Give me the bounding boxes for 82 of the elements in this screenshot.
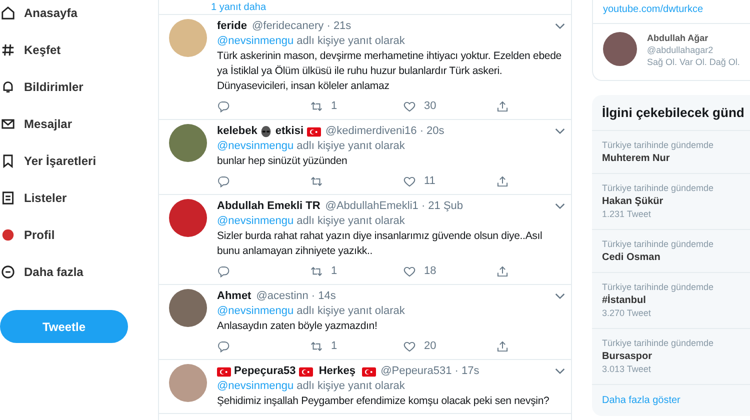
chevron-icon[interactable] — [555, 293, 565, 300]
display-name[interactable]: Herkeş — [316, 364, 359, 379]
retweet-icon[interactable] — [310, 174, 323, 188]
flag-icon — [298, 366, 313, 376]
list-icon — [0, 190, 16, 206]
trend-item[interactable]: Türkiye tarihinde gündemde Muhterem Nur — [592, 131, 750, 174]
tweet-text: Anlasaydın zaten böyle yazmazdın! — [217, 319, 378, 334]
nav-item[interactable]: Profil — [0, 216, 158, 253]
reply-context: @nevsinmengu adlı kişiye yanıt olarak — [217, 379, 406, 394]
reply-context: @nevsinmengu adlı kişiye yanıt olarak — [217, 214, 406, 229]
avatar-icon — [0, 226, 16, 242]
flag-icon — [306, 126, 321, 136]
reply-icon[interactable] — [217, 100, 230, 112]
trend-item[interactable]: Türkiye tarihinde gündemde Hakan Şükür 1.231 Tweet — [592, 174, 750, 230]
avatar-photo[interactable] — [169, 199, 207, 237]
home-icon — [0, 4, 16, 20]
avatar-photo[interactable] — [169, 289, 207, 327]
like-count: 18 — [424, 265, 436, 277]
nav-item[interactable]: Mesajlar — [0, 105, 158, 142]
chevron-icon[interactable] — [555, 23, 565, 30]
handle-time: @Pepeura531 · 17s — [380, 364, 480, 379]
avatar-photo[interactable] — [603, 32, 637, 66]
profile-handle: @abdullahagar2 — [647, 44, 714, 56]
heart-icon[interactable] — [403, 174, 416, 188]
reply-context: @nevsinmengu adlı kişiye yanıt olarak — [217, 34, 406, 49]
chevron-icon[interactable] — [555, 203, 565, 210]
display-name[interactable]: etkisi — [275, 124, 304, 139]
share-icon[interactable] — [496, 340, 509, 352]
trend-item[interactable]: Türkiye tarihinde gündemde Cedi Osman — [592, 230, 750, 273]
handle-time: @AbdullahEmekli1 · 21 Şub — [325, 199, 464, 214]
retweet-count: 1 — [331, 100, 338, 112]
nav-item[interactable]: Bildirimler — [0, 68, 158, 105]
share-icon[interactable] — [496, 100, 509, 112]
avatar-photo[interactable] — [169, 364, 207, 402]
retweet-count: 1 — [331, 265, 338, 277]
trend-item[interactable]: Türkiye tarihinde gündemde Bursaspor 3.013 Tweet — [592, 329, 750, 385]
retweet-count: 1 — [331, 340, 338, 352]
hash-icon — [0, 42, 16, 58]
share-icon[interactable] — [496, 264, 509, 278]
handle-time: @kedimerdiveni16 · 20s — [326, 124, 444, 139]
share-icon[interactable] — [496, 174, 509, 188]
reply-icon[interactable] — [217, 174, 230, 188]
tweet-text: Şehidimiz inşallah Peygamber efendimize komşu olacak peki sen nevşin? — [217, 394, 550, 409]
trend-item[interactable]: Türkiye tarihinde gündemde #İstanbul 3.270 Tweet — [592, 273, 750, 329]
nav-item[interactable]: Yer İşaretleri — [0, 142, 158, 179]
profile-bio: Sağ Ol. Var Ol. Dağ Ol. — [647, 56, 740, 68]
display-name[interactable]: Ahmet — [217, 289, 252, 304]
nav-item[interactable]: Listeler — [0, 179, 158, 216]
nav-item[interactable]: Daha fazla — [0, 253, 158, 290]
display-name[interactable]: Pepeçura53 — [234, 364, 296, 379]
handle-time: @feridecanery · 21s — [252, 19, 352, 34]
alien-icon — [260, 126, 272, 138]
display-name[interactable]: Abdullah Emekli TR — [217, 199, 320, 214]
retweet-icon[interactable] — [310, 100, 323, 112]
chevron-icon[interactable] — [555, 368, 565, 375]
profile-name[interactable]: Abdullah Ağar — [647, 32, 740, 44]
nav-item[interactable]: Keşfet — [0, 31, 158, 68]
tweet-text: bunlar hep sinüzüt yüzünden — [217, 154, 348, 169]
handle-time: @acestinn · 14s — [256, 289, 336, 304]
more-icon — [0, 264, 16, 280]
display-name[interactable]: kelebek — [217, 124, 258, 139]
like-count: 11 — [424, 175, 436, 187]
flag-icon — [362, 366, 376, 376]
reply-icon[interactable] — [217, 264, 230, 278]
heart-icon[interactable] — [403, 100, 416, 112]
reply-context: @nevsinmengu adlı kişiye yanıt olarak — [217, 304, 406, 319]
like-count: 20 — [424, 340, 436, 352]
reply-context: @nevsinmengu adlı kişiye yanıt olarak — [217, 139, 406, 154]
avatar-photo[interactable] — [169, 124, 207, 162]
panel-title: İlgini çekebilecek günd — [602, 105, 744, 120]
like-count: 30 — [424, 100, 436, 112]
heart-icon[interactable] — [403, 340, 416, 352]
tweet-text: Türk askerinin mason, devşirme merhametine ihtiyacı yoktur. Ezelden ebede ya İstiklal ya Ölüm ülküsü ile ruhu huzur bulanlardır Türk askeri. Dünyasevicileri, insan köleler anlamaz — [217, 49, 562, 94]
display-name[interactable]: feride — [217, 19, 247, 34]
heart-icon[interactable] — [403, 264, 416, 278]
retweet-icon[interactable] — [310, 340, 323, 352]
retweet-icon[interactable] — [310, 264, 323, 278]
nav-item[interactable]: Anasayfa — [0, 0, 158, 31]
flag-icon — [217, 366, 231, 376]
reply-icon[interactable] — [217, 340, 230, 352]
chevron-icon[interactable] — [555, 128, 565, 135]
tweet-text: Sizler burda rahat rahat yazın diye insanlarımız güvende olsun diye..Asıl bunu anlamayan zihniyete yazıkk.. — [217, 229, 544, 259]
